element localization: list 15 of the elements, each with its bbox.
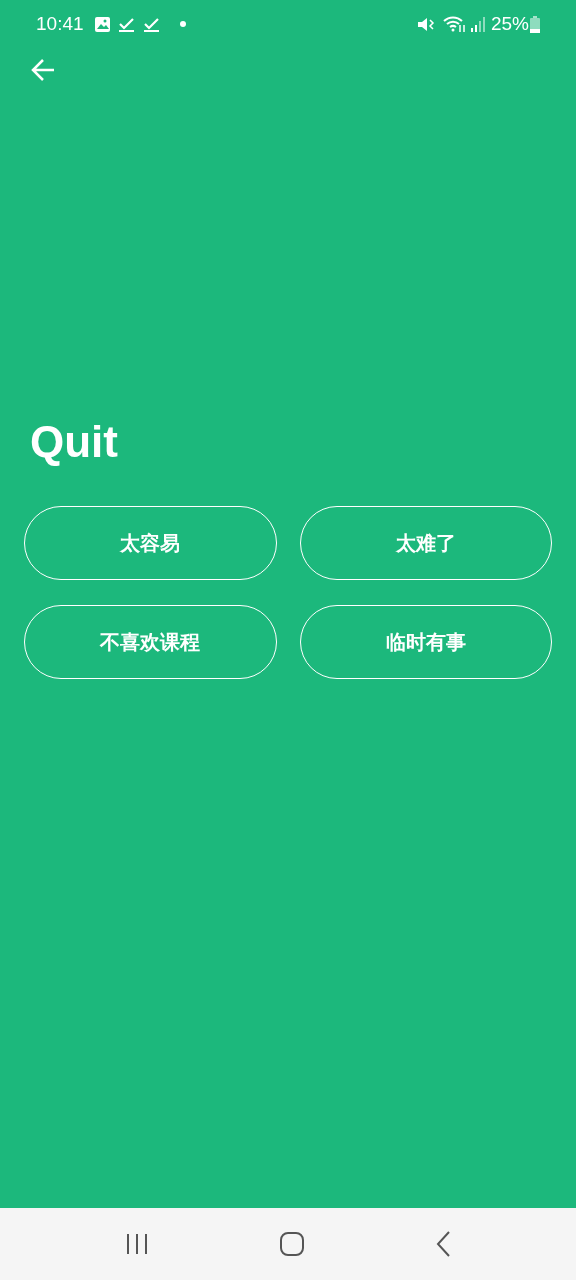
back-button[interactable]	[30, 57, 56, 83]
status-time: 10:41	[36, 11, 84, 36]
mute-icon	[416, 15, 435, 33]
home-icon[interactable]	[280, 1232, 304, 1256]
page-title: Quit	[29, 416, 119, 468]
check-icon	[142, 15, 160, 33]
check-icon	[117, 15, 135, 33]
image-icon	[93, 15, 111, 33]
battery-icon	[530, 15, 540, 33]
signal-icon	[470, 16, 485, 32]
wifi-icon	[442, 15, 467, 33]
recent-apps-icon[interactable]	[125, 1233, 150, 1255]
back-icon[interactable]	[434, 1231, 451, 1257]
dot-icon	[179, 21, 186, 27]
battery-percent: 25%	[490, 11, 529, 36]
